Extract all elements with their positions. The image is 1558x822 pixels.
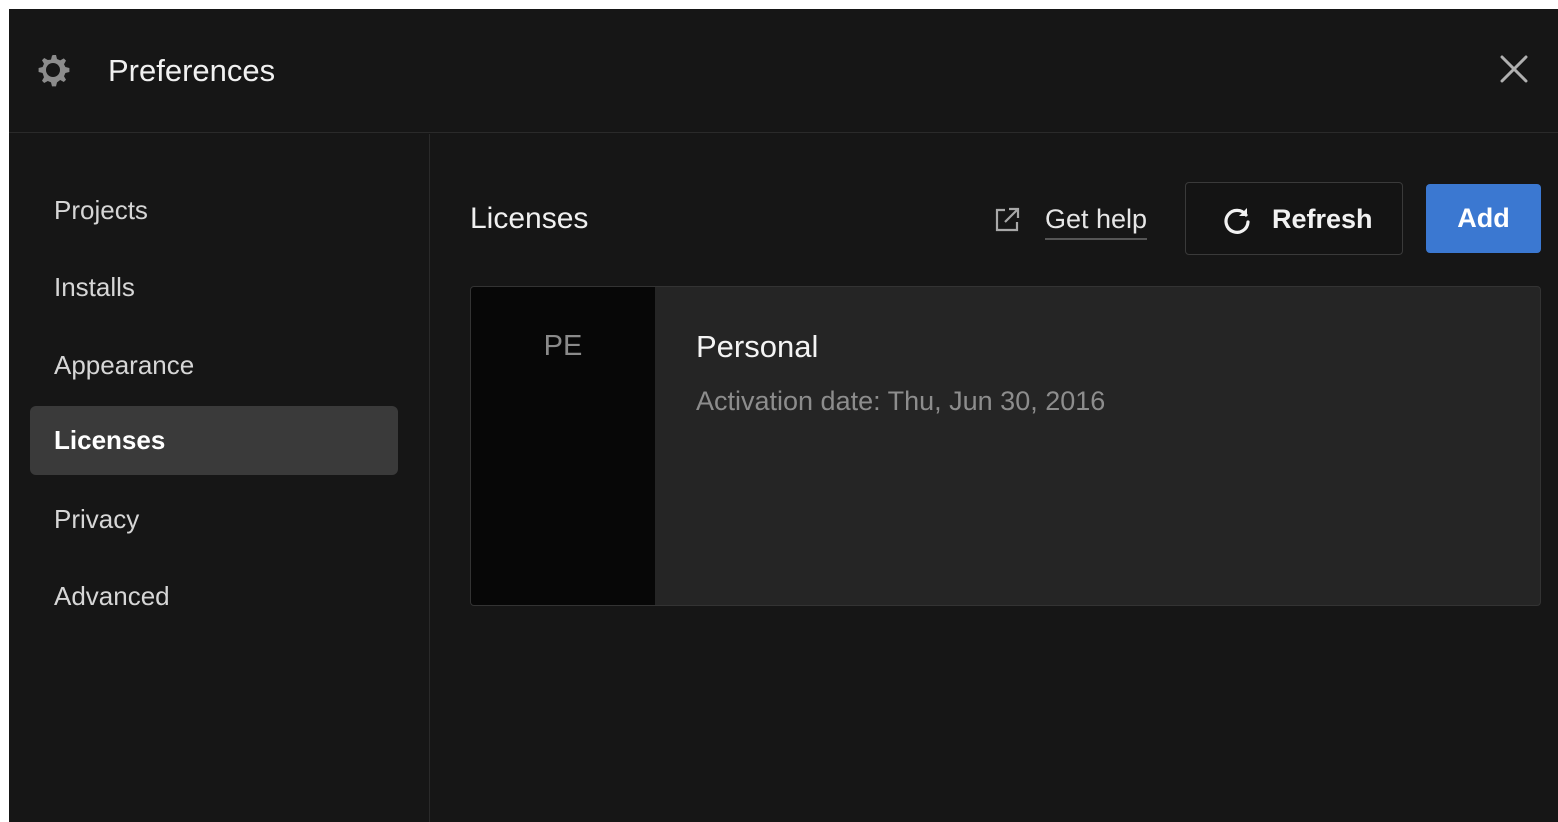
license-badge: PE [471,287,655,605]
sidebar-item-label: Installs [54,272,135,302]
get-help-link[interactable]: Get help [991,194,1161,244]
sidebar-item-installs[interactable]: Installs [30,253,398,322]
sidebar-item-advanced[interactable]: Advanced [30,562,398,631]
sidebar-item-privacy[interactable]: Privacy [30,485,398,554]
license-activation-date: Activation date: Thu, Jun 30, 2016 [696,386,1106,416]
add-button-label: Add [1457,203,1510,233]
license-badge-text: PE [543,330,583,362]
window-title: Preferences [108,53,276,88]
license-name: Personal [696,329,819,364]
sidebar-item-label: Licenses [54,425,166,455]
external-link-icon [995,207,1020,232]
sidebar-item-label: Advanced [54,581,170,611]
gear-icon [38,55,70,87]
sidebar-nav: Projects Installs Appearance Licenses Pr… [9,134,430,822]
refresh-button-label: Refresh [1272,204,1373,234]
preferences-window: Preferences Projects Installs Appearance… [9,9,1558,822]
refresh-icon [1224,208,1250,234]
get-help-label: Get help [1045,202,1148,240]
sidebar-item-projects[interactable]: Projects [30,176,398,245]
refresh-button[interactable]: Refresh [1185,182,1403,255]
title-bar: Preferences [9,9,1558,133]
sidebar-item-label: Appearance [54,350,195,380]
sidebar-item-licenses[interactable]: Licenses [30,406,398,475]
sidebar-item-appearance[interactable]: Appearance [30,331,398,400]
page-title: Licenses [470,202,589,235]
close-icon[interactable] [1494,49,1534,89]
license-card[interactable]: PE Personal Activation date: Thu, Jun 30… [470,286,1541,606]
licenses-panel: Licenses Get help Refresh Add PE Persona… [431,134,1558,822]
sidebar-item-label: Projects [54,195,148,225]
sidebar-item-label: Privacy [54,504,140,534]
add-license-button[interactable]: Add [1426,184,1541,253]
